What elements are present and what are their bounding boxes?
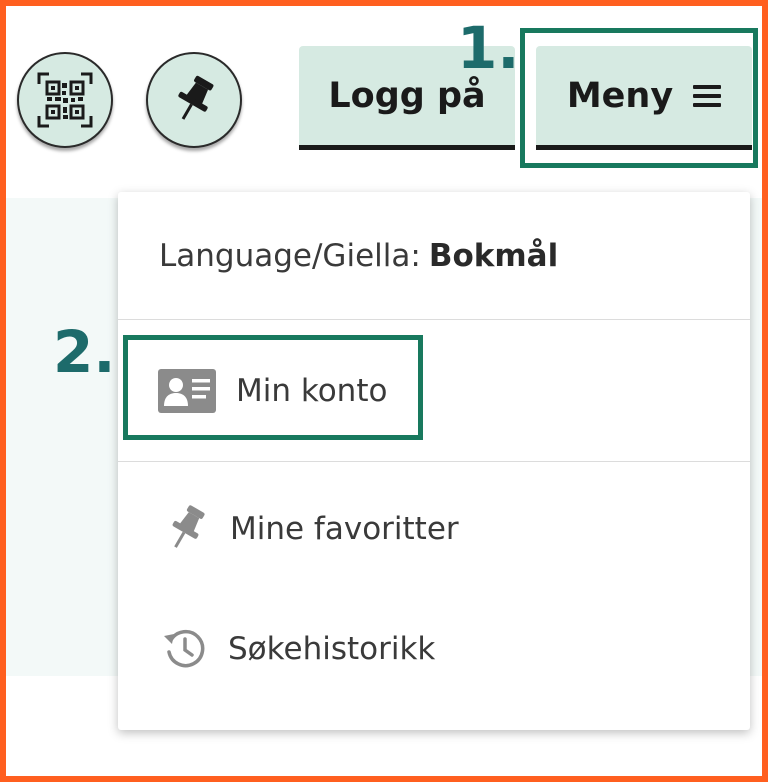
callout-number-step-1: 1. [457, 14, 520, 82]
language-value: Bokmål [428, 237, 559, 274]
menu-item-favorites[interactable]: Mine favoritter [118, 474, 750, 584]
pushpin-icon [162, 504, 210, 554]
pin-button[interactable] [146, 52, 242, 148]
menu-item-label: Søkehistorikk [228, 631, 436, 667]
callout-number-step-2: 2. [53, 318, 116, 386]
language-label: Language/Giella: [159, 237, 421, 274]
language-selector[interactable]: Language/Giella: Bokmål [118, 192, 750, 320]
menu-item-search-history[interactable]: Søkehistorikk [118, 594, 750, 704]
dropdown-menu: Language/Giella: Bokmål Min konto Mine f… [118, 192, 750, 730]
callout-box-step-1 [520, 28, 758, 168]
menu-item-label: Mine favoritter [230, 511, 459, 547]
callout-box-step-2 [123, 335, 423, 440]
qr-code-icon [37, 72, 93, 128]
history-icon [162, 626, 208, 672]
qr-code-button[interactable] [17, 52, 113, 148]
pushpin-icon [178, 75, 214, 120]
